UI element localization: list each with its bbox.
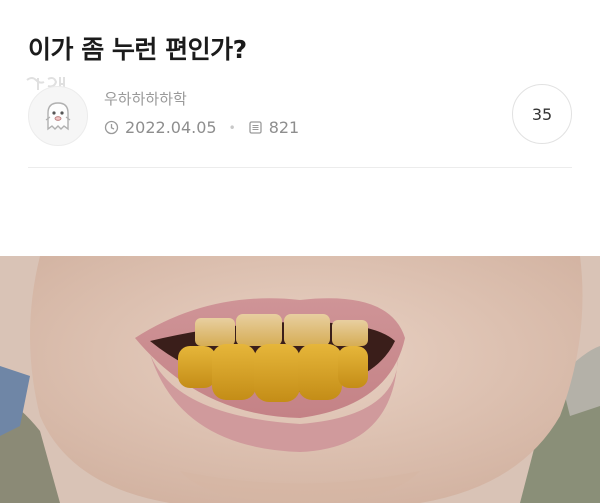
comment-count: 35 — [531, 104, 553, 124]
post-date: 2022.04.05 — [125, 118, 217, 137]
post-image — [0, 256, 600, 503]
post-title: 이가 좀 누런 편인가? — [28, 35, 247, 64]
meta-separator: • — [228, 120, 236, 135]
view-count-icon — [248, 120, 263, 135]
ghost-character-icon — [45, 102, 71, 131]
clock-icon — [104, 120, 119, 135]
author-avatar[interactable] — [28, 86, 88, 146]
author-name[interactable]: 우하하하하학 — [104, 88, 187, 109]
view-count: 821 — [268, 118, 300, 137]
header-divider — [28, 167, 572, 168]
post-meta: 2022.04.05 • 821 — [104, 118, 299, 137]
comment-count-button[interactable]: 35 — [512, 84, 572, 144]
